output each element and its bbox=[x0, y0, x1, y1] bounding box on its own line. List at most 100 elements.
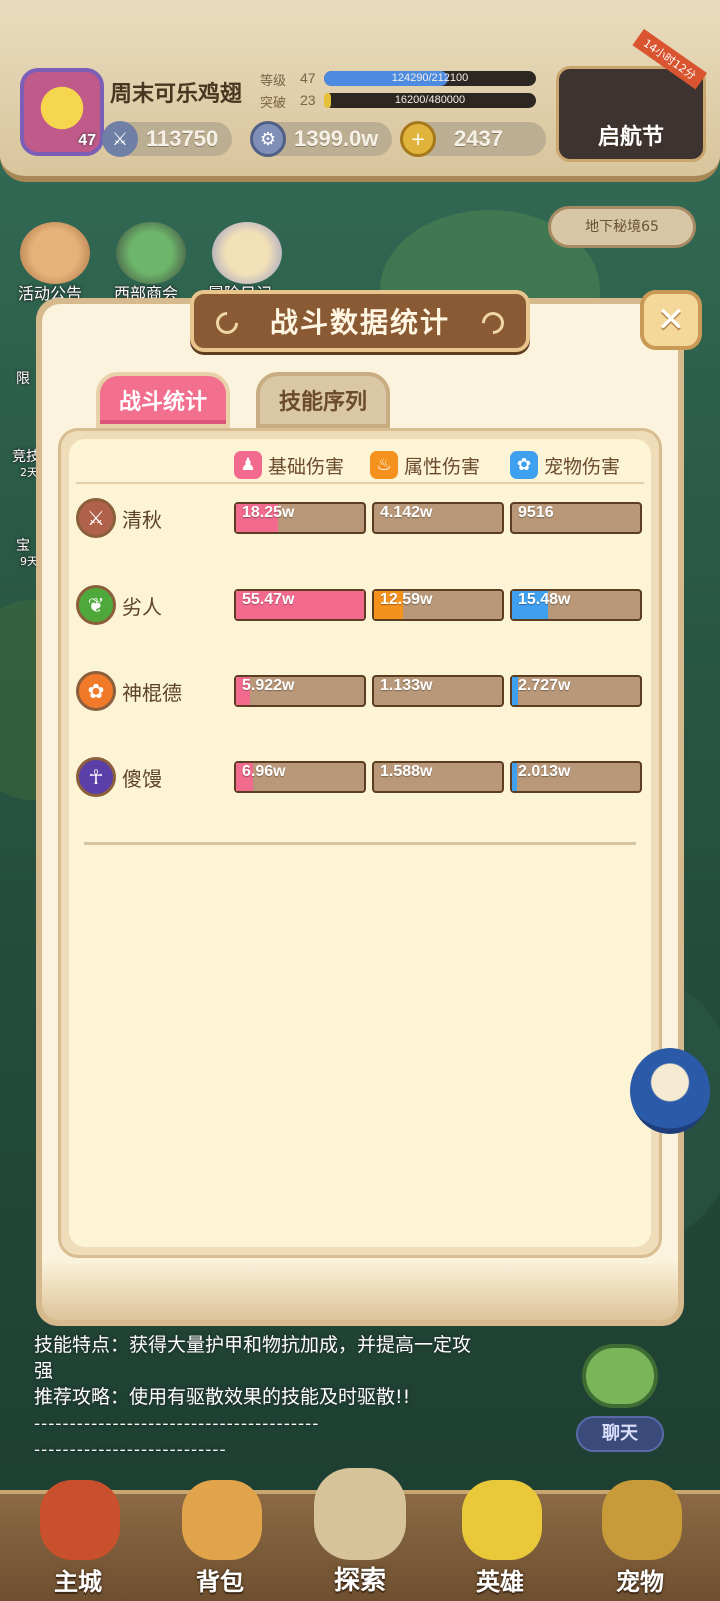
base-damage-value: 18.25w bbox=[242, 504, 295, 521]
dashed-separator: ---------------------------------------- bbox=[34, 1414, 320, 1434]
nav-pets[interactable]: 宠物 bbox=[580, 1480, 700, 1601]
hero-icon bbox=[462, 1480, 542, 1560]
hero-row: ❦ 劣人 55.47w 12.59w 15.48w bbox=[76, 585, 644, 625]
modal-title: 战斗数据统计 bbox=[269, 306, 450, 339]
header-pet-label: 宠物伤害 bbox=[544, 455, 621, 478]
ranger-class-icon: ❦ bbox=[76, 585, 116, 625]
side-label-treasure: 宝 bbox=[16, 538, 30, 554]
gold-display[interactable]: + 2437 bbox=[400, 121, 546, 157]
pet-damage-value: 9516 bbox=[518, 504, 554, 521]
header-base-damage: ♟ 基础伤害 bbox=[234, 450, 344, 480]
assistant-mascot[interactable] bbox=[630, 1048, 710, 1134]
nav-backpack[interactable]: 背包 bbox=[160, 1480, 280, 1601]
nav-label: 探索 bbox=[333, 1566, 386, 1596]
header-elem-label: 属性伤害 bbox=[404, 455, 481, 478]
silver-display[interactable]: ⚙ 1399.0w bbox=[250, 121, 392, 157]
tab-battle-stats[interactable]: 战斗统计 bbox=[96, 372, 230, 428]
base-damage-value: 6.96w bbox=[242, 763, 286, 780]
sword-icon: ⚔ bbox=[102, 121, 138, 157]
level-value: 47 bbox=[300, 70, 316, 86]
break-exp-text: 16200/480000 bbox=[394, 94, 466, 106]
nav-heroes[interactable]: 英雄 bbox=[440, 1480, 560, 1601]
nav-label: 主城 bbox=[54, 1568, 102, 1596]
rows-divider bbox=[84, 842, 636, 845]
header-separator bbox=[76, 482, 644, 484]
title-left-ornament-icon bbox=[211, 307, 243, 339]
header-base-label: 基础伤害 bbox=[268, 455, 345, 478]
hero-row: ✿ 神棍德 5.922w 1.133w 2.727w bbox=[76, 671, 644, 711]
break-label: 突破 bbox=[260, 96, 287, 111]
break-exp-bar: 16200/480000 bbox=[324, 93, 536, 108]
nav-main-city[interactable]: 主城 bbox=[18, 1480, 138, 1601]
pet-damage-bar: 9516 bbox=[510, 502, 642, 534]
pet-icon bbox=[602, 1480, 682, 1560]
chat-button[interactable]: 聊天 bbox=[576, 1416, 664, 1452]
pet-damage-fill bbox=[512, 763, 518, 791]
hero-name: 神棍德 bbox=[122, 681, 182, 705]
power-display: ⚔ 113750 bbox=[102, 121, 232, 157]
close-icon: ✕ bbox=[656, 300, 686, 340]
elem-damage-bar: 1.133w bbox=[372, 675, 504, 707]
elem-damage-bar: 1.588w bbox=[372, 761, 504, 793]
hero-name: 劣人 bbox=[122, 595, 162, 619]
dashed-separator-2: --------------------------- bbox=[34, 1440, 227, 1460]
pet-damage-bar: 2.727w bbox=[510, 675, 642, 707]
paw-class-icon: ✿ bbox=[76, 671, 116, 711]
adventure-diary-icon[interactable] bbox=[212, 222, 282, 284]
base-damage-bar: 55.47w bbox=[234, 589, 366, 621]
nav-label: 背包 bbox=[196, 1568, 244, 1596]
elem-damage-bar: 12.59w bbox=[372, 589, 504, 621]
side-label-limited: 限 bbox=[16, 371, 30, 387]
warrior-class-icon: ⚔ bbox=[76, 498, 116, 538]
title-right-ornament-icon bbox=[477, 307, 509, 339]
base-damage-value: 5.922w bbox=[242, 677, 295, 694]
boss-strategy-line: 推荐攻略：使用有驱散效果的技能及时驱散!! bbox=[34, 1386, 411, 1408]
level-exp-text: 124290/212100 bbox=[391, 72, 469, 84]
backpack-icon bbox=[182, 1480, 262, 1560]
boss-skill-line-wrap: 强 bbox=[34, 1360, 54, 1382]
boss-skill-line: 技能特点：获得大量护甲和物抗加成，并提高一定攻 bbox=[34, 1334, 472, 1356]
mage-class-icon: ☥ bbox=[76, 757, 116, 797]
hero-name: 傻馒 bbox=[122, 767, 162, 791]
hero-name: 清秋 bbox=[122, 508, 162, 532]
power-value: 113750 bbox=[146, 126, 219, 151]
paw-icon: ✿ bbox=[510, 451, 538, 479]
header-pet-damage: ✿ 宠物伤害 bbox=[510, 450, 620, 480]
base-damage-bar: 6.96w bbox=[234, 761, 366, 793]
merchant-icon[interactable] bbox=[116, 222, 186, 284]
player-name: 周末可乐鸡翅 bbox=[110, 82, 243, 107]
gold-value: 2437 bbox=[454, 126, 503, 151]
silver-coin-icon: ⚙ bbox=[250, 121, 286, 157]
modal-title-plate: 战斗数据统计 bbox=[190, 290, 530, 352]
chat-bubble-icon[interactable] bbox=[582, 1344, 658, 1408]
elem-damage-value: 1.588w bbox=[380, 763, 433, 780]
silver-value: 1399.0w bbox=[294, 126, 379, 151]
nav-label: 英雄 bbox=[476, 1568, 524, 1596]
flame-icon: ♨ bbox=[370, 451, 398, 479]
player-avatar[interactable]: 47 bbox=[20, 68, 104, 156]
base-damage-value: 55.47w bbox=[242, 591, 295, 608]
base-damage-bar: 5.922w bbox=[234, 675, 366, 707]
elem-damage-value: 1.133w bbox=[380, 677, 433, 694]
avatar-level: 47 bbox=[78, 132, 96, 149]
map-icon bbox=[314, 1468, 406, 1560]
base-damage-icon: ♟ bbox=[234, 451, 262, 479]
nav-explore[interactable]: 探索 bbox=[300, 1468, 420, 1601]
close-button[interactable]: ✕ bbox=[640, 290, 702, 350]
event-banner[interactable]: 14小时12分 启航节 bbox=[556, 28, 707, 162]
level-exp-bar: 124290/212100 bbox=[324, 71, 536, 86]
pet-damage-bar: 15.48w bbox=[510, 589, 642, 621]
announcement-icon[interactable] bbox=[20, 222, 90, 284]
pet-damage-value: 15.48w bbox=[518, 591, 571, 608]
tab-skill-sequence[interactable]: 技能序列 bbox=[256, 372, 390, 428]
elem-damage-value: 12.59w bbox=[380, 591, 433, 608]
hero-row: ⚔ 清秋 18.25w 4.142w 9516 bbox=[76, 498, 644, 538]
castle-icon bbox=[40, 1480, 120, 1560]
dungeon-button[interactable]: 地下秘境65 bbox=[548, 206, 696, 248]
header-elem-damage: ♨ 属性伤害 bbox=[370, 450, 480, 480]
pet-damage-value: 2.013w bbox=[518, 763, 571, 780]
level-label: 等级 bbox=[260, 74, 287, 89]
event-name: 启航节 bbox=[597, 125, 664, 150]
break-value: 23 bbox=[300, 92, 316, 108]
elem-damage-value: 4.142w bbox=[380, 504, 433, 521]
